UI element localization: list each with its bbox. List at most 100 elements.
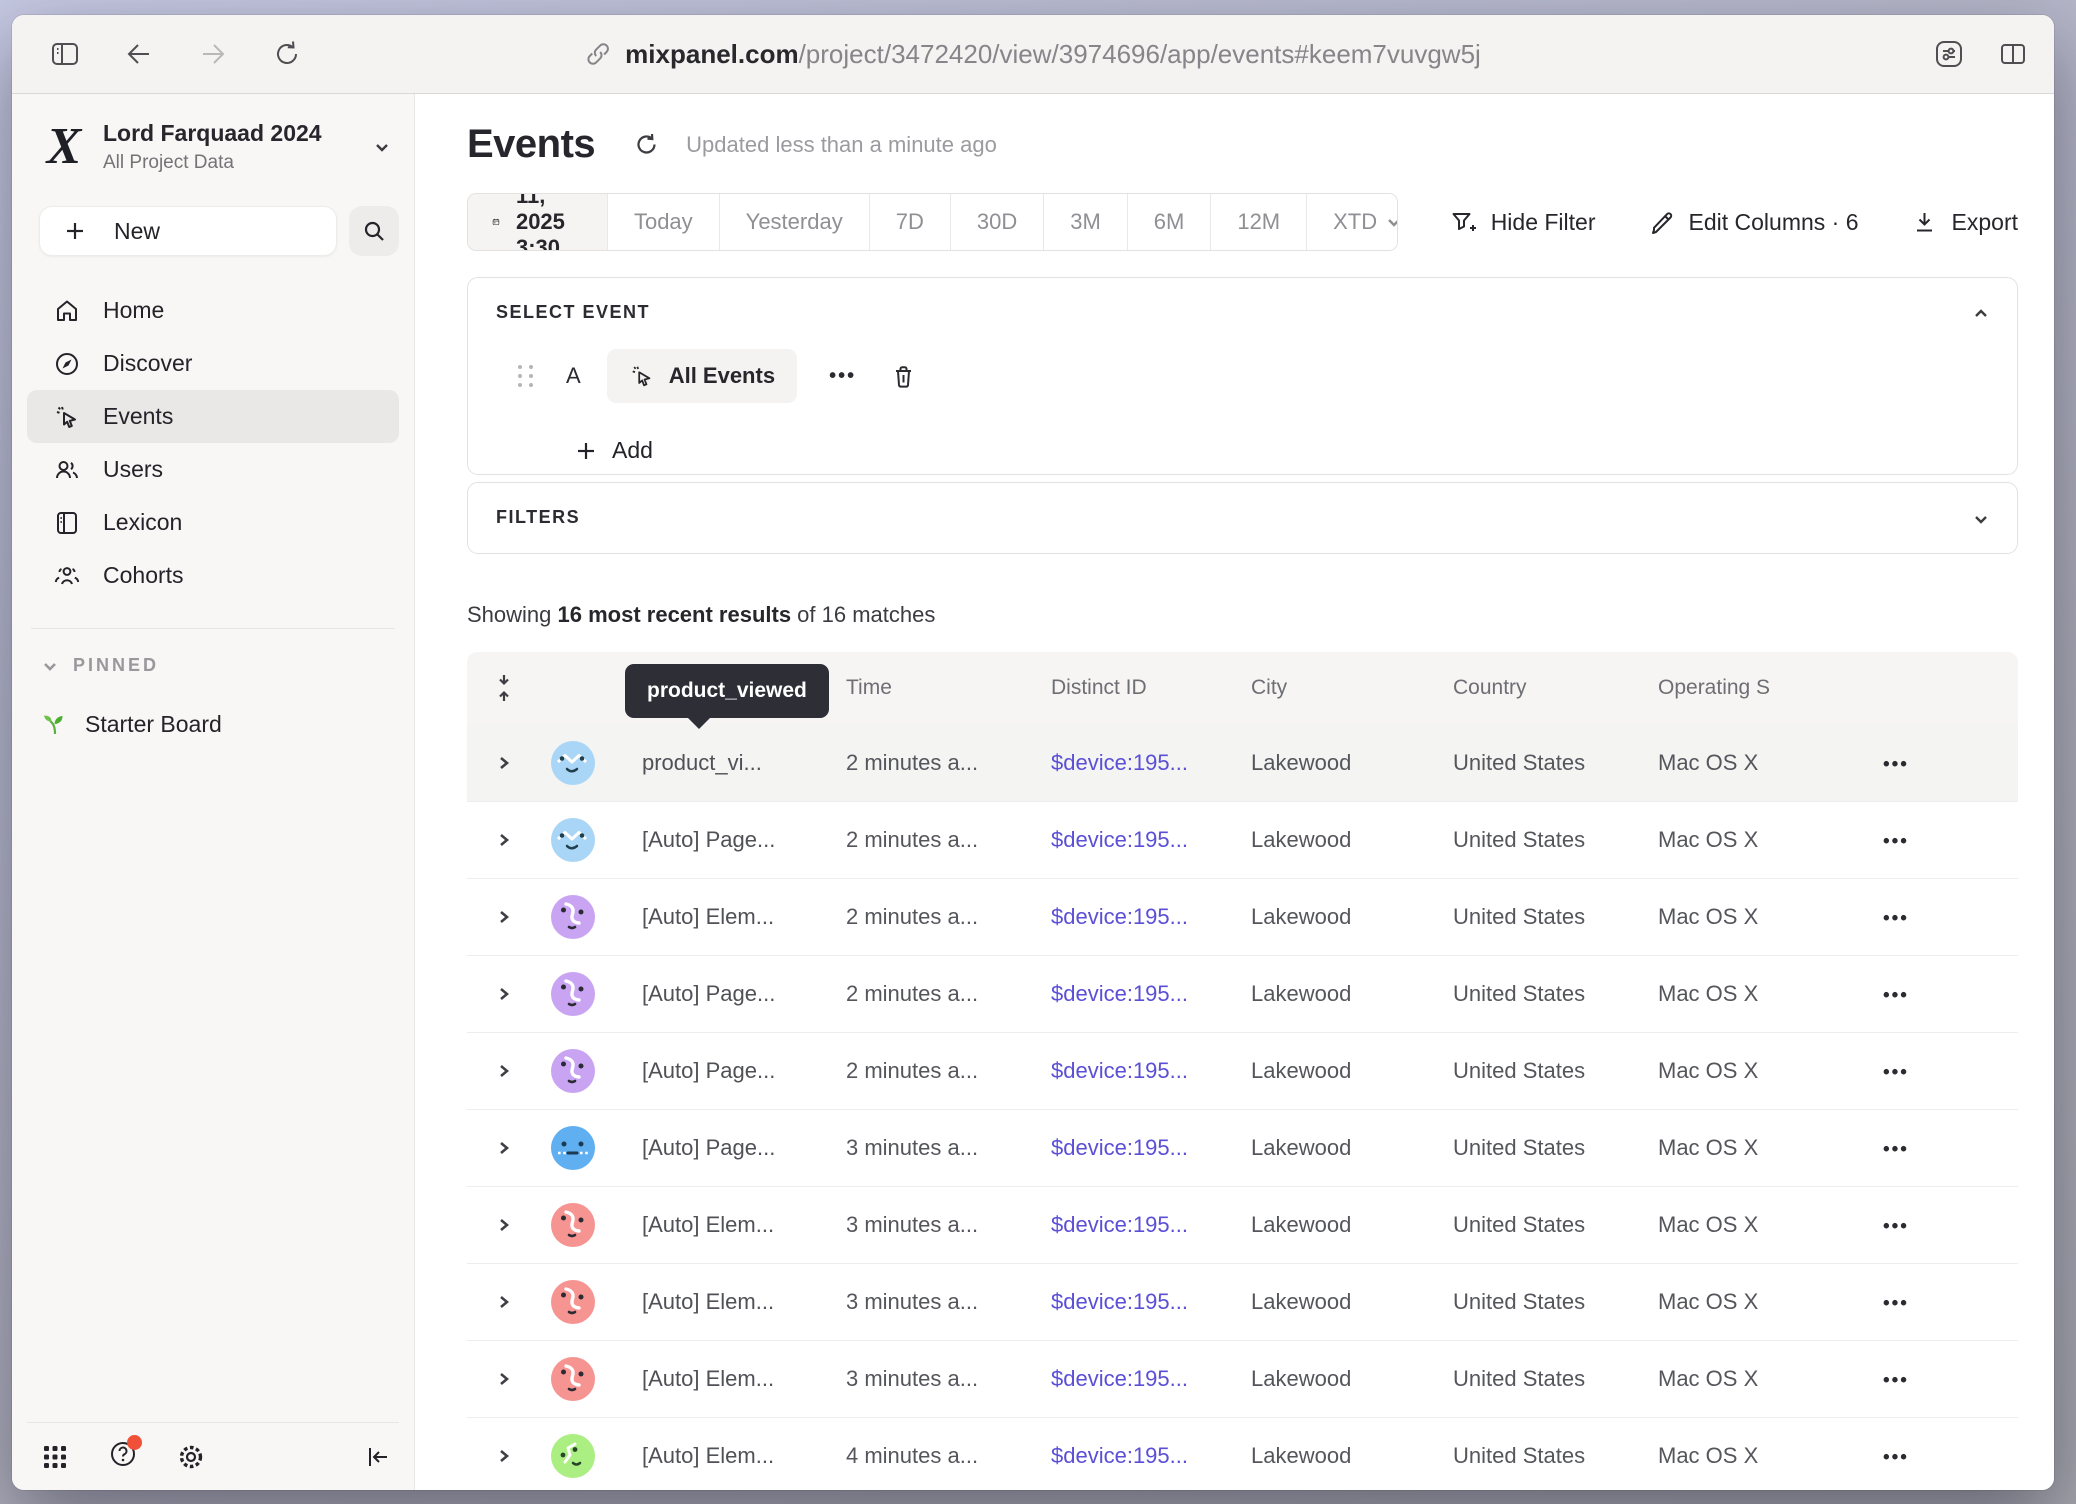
event-name[interactable]: [Auto] Elem... [605,1212,809,1238]
expand-row-icon[interactable] [495,754,513,772]
reload-icon[interactable] [272,39,302,69]
back-icon[interactable] [124,39,154,69]
event-name[interactable]: [Auto] Elem... [605,1366,809,1392]
event-name[interactable]: product_vi... [605,750,809,776]
range-12m[interactable]: 12M [1210,194,1306,250]
sidebar-item-home[interactable]: Home [27,284,399,337]
distinct-id-link[interactable]: $device:195... [1014,1366,1214,1392]
forward-icon[interactable] [198,39,228,69]
distinct-id-link[interactable]: $device:195... [1014,827,1214,853]
table-row[interactable]: [Auto] Elem... 2 minutes a... $device:19… [467,878,2018,955]
browser-sidebar-toggle-icon[interactable] [50,39,80,69]
edit-columns-button[interactable]: Edit Columns · 6 [1648,209,1859,236]
expand-row-icon[interactable] [495,1139,513,1157]
distinct-id-link[interactable]: $device:195... [1014,904,1214,930]
collapse-section-icon[interactable] [1971,304,1991,324]
distinct-id-link[interactable]: $device:195... [1014,1212,1214,1238]
table-row[interactable]: [Auto] Elem... 3 minutes a... $device:19… [467,1186,2018,1263]
row-menu-button[interactable]: ••• [1883,831,1909,852]
expand-row-icon[interactable] [495,831,513,849]
range-7d[interactable]: 7D [869,194,950,250]
row-menu-button[interactable]: ••• [1883,1293,1909,1314]
event-name[interactable]: [Auto] Elem... [605,904,809,930]
row-menu-button[interactable]: ••• [1883,908,1909,929]
distinct-id-link[interactable]: $device:195... [1014,1289,1214,1315]
distinct-id-link[interactable]: $device:195... [1014,1135,1214,1161]
refresh-icon[interactable] [633,131,660,158]
table-row[interactable]: [Auto] Page... 2 minutes a... $device:19… [467,1032,2018,1109]
range-6m[interactable]: 6M [1127,194,1211,250]
column-header-city[interactable]: City [1214,676,1416,700]
collapse-sidebar-icon[interactable] [363,1442,393,1472]
event-name[interactable]: [Auto] Elem... [605,1289,809,1315]
hide-filter-button[interactable]: Hide Filter [1450,209,1596,236]
column-header-distinct-id[interactable]: Distinct ID [1014,676,1214,700]
expand-row-icon[interactable] [495,985,513,1003]
drag-handle[interactable] [518,365,538,387]
expand-row-icon[interactable] [495,908,513,926]
row-menu-button[interactable]: ••• [1883,1370,1909,1391]
sidebar-item-discover[interactable]: Discover [27,337,399,390]
export-button[interactable]: Export [1911,209,2018,236]
sidebar-item-users[interactable]: Users [27,443,399,496]
collapse-all-icon[interactable] [492,673,516,703]
settings-gear-icon[interactable] [176,1442,206,1472]
sidebar-item-cohorts[interactable]: Cohorts [27,549,399,602]
table-row[interactable]: [Auto] Page... 2 minutes a... $device:19… [467,801,2018,878]
range-3m[interactable]: 3M [1043,194,1127,250]
range-xtd[interactable]: XTD [1306,194,1398,250]
expand-row-icon[interactable] [495,1370,513,1388]
table-row[interactable]: [Auto] Elem... 3 minutes a... $device:19… [467,1263,2018,1340]
distinct-id-link[interactable]: $device:195... [1014,981,1214,1007]
pinned-section-header[interactable]: PINNED [41,655,399,676]
new-button[interactable]: New [39,206,337,256]
row-menu-button[interactable]: ••• [1883,985,1909,1006]
event-name[interactable]: [Auto] Elem... [605,1443,809,1469]
apps-grid-icon[interactable] [40,1442,70,1472]
event-name[interactable]: [Auto] Page... [605,1135,809,1161]
event-name[interactable]: [Auto] Page... [605,1058,809,1084]
table-row[interactable]: [Auto] Elem... 3 minutes a... $device:19… [467,1340,2018,1417]
event-selector-button[interactable]: All Events [607,349,797,403]
distinct-id-link[interactable]: $device:195... [1014,1443,1214,1469]
event-name[interactable]: [Auto] Page... [605,827,809,853]
table-row[interactable]: [Auto] Page... 3 minutes a... $device:19… [467,1109,2018,1186]
row-menu-button[interactable]: ••• [1883,1062,1909,1083]
expand-row-icon[interactable] [495,1062,513,1080]
trash-icon[interactable] [890,363,917,390]
row-menu-button[interactable]: ••• [1883,1447,1909,1468]
expand-section-icon[interactable] [1971,509,1991,529]
add-event-button[interactable]: Add [574,437,684,464]
event-name[interactable]: [Auto] Page... [605,981,809,1007]
row-menu-button[interactable]: ••• [1883,1139,1909,1160]
table-row[interactable]: [Auto] Page... 2 minutes a... $device:19… [467,955,2018,1032]
range-30d[interactable]: 30D [950,194,1043,250]
pinned-item-starter-board[interactable]: Starter Board [41,710,399,738]
os-value: Mac OS X [1621,1135,1843,1161]
date-picker-button[interactable]: Mar 11, 2025 3:30 pm [468,194,607,250]
project-switcher[interactable]: X Lord Farquaad 2024 All Project Data [41,120,393,174]
event-avatar [551,741,595,785]
help-button[interactable] [108,1439,138,1474]
address-bar[interactable]: mixpanel.com/project/3472420/view/397469… [585,39,1481,70]
column-header-country[interactable]: Country [1416,676,1621,700]
page-settings-icon[interactable] [1934,39,1964,69]
sidebar-item-events[interactable]: Events [27,390,399,443]
expand-row-icon[interactable] [495,1216,513,1234]
table-row[interactable]: product_vi... 2 minutes a... $device:195… [467,724,2018,801]
search-button[interactable] [349,206,399,256]
row-menu-button[interactable]: ••• [1883,754,1909,775]
split-view-icon[interactable] [1998,39,2028,69]
distinct-id-link[interactable]: $device:195... [1014,1058,1214,1084]
column-header-os[interactable]: Operating S [1621,676,1843,700]
expand-row-icon[interactable] [495,1293,513,1311]
table-row[interactable]: [Auto] Elem... 4 minutes a... $device:19… [467,1417,2018,1490]
row-menu-button[interactable]: ••• [1883,1216,1909,1237]
range-yesterday[interactable]: Yesterday [719,194,869,250]
range-today[interactable]: Today [607,194,719,250]
expand-row-icon[interactable] [495,1447,513,1465]
event-more-button[interactable]: ••• [829,365,856,388]
sidebar-item-lexicon[interactable]: Lexicon [27,496,399,549]
distinct-id-link[interactable]: $device:195... [1014,750,1214,776]
column-header-time[interactable]: Time [809,676,1014,700]
